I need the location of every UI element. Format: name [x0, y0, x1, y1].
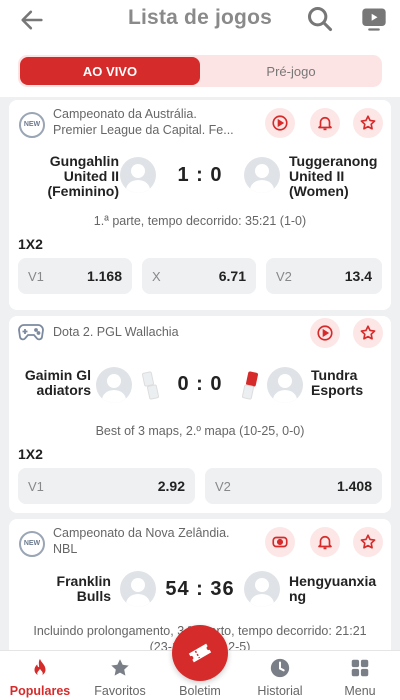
bell-icon	[318, 535, 332, 550]
home-team-avatar	[120, 157, 156, 193]
favorite-button[interactable]	[353, 108, 383, 138]
match-card[interactable]: Dota 2. PGL Wallachia Gaimin Gl adiators…	[9, 316, 391, 513]
tab-live[interactable]: AO VIVO	[20, 57, 200, 85]
page-title: Lista de jogos	[128, 6, 272, 29]
away-team-avatar	[244, 157, 280, 193]
clock-icon	[270, 658, 290, 678]
notification-button[interactable]	[310, 527, 340, 557]
tab-prematch[interactable]: Pré-jogo	[202, 57, 380, 85]
league-name: Dota 2. PGL Wallachia	[53, 325, 179, 339]
odd-label: V2	[276, 269, 292, 284]
home-team-name: Gaimin Gl adiators	[24, 367, 91, 398]
star-icon	[360, 115, 376, 130]
odd-button-x[interactable]: X 6.71	[142, 258, 256, 294]
odd-label: V1	[28, 269, 44, 284]
new-badge-icon: NEW	[19, 531, 45, 557]
market-title: 1X2	[18, 236, 43, 252]
score: 0 : 0	[177, 373, 223, 395]
odd-button-v2[interactable]: V2 13.4	[266, 258, 382, 294]
live-stream-icon	[272, 536, 288, 548]
bet-slip-button[interactable]	[172, 625, 228, 681]
odd-value: 13.4	[344, 268, 372, 284]
nav-label: Boletim	[179, 684, 221, 698]
nav-favoritos[interactable]: Favoritos	[80, 651, 160, 700]
gamepad-icon	[18, 324, 44, 341]
market-title: 1X2	[18, 446, 43, 462]
odd-button-v2[interactable]: V2 1.408	[205, 468, 382, 504]
odd-value: 1.168	[86, 268, 122, 284]
new-badge-icon: NEW	[19, 112, 45, 138]
bell-icon	[318, 116, 332, 131]
home-team-name: Franklin Bulls	[56, 573, 111, 604]
star-icon	[360, 534, 376, 549]
score: 54 : 36	[165, 578, 235, 600]
nav-label: Menu	[344, 684, 376, 698]
match-card[interactable]: NEW Campeonato da Austrália. Premier Lea…	[9, 100, 391, 310]
odd-button-v1[interactable]: V1 1.168	[18, 258, 132, 294]
match-status: Best of 3 maps, 2.º mapa (10-25, 0-0)	[95, 424, 305, 438]
odd-value: 1.408	[336, 478, 372, 494]
play-circle-icon	[272, 115, 288, 131]
nav-historial[interactable]: Historial	[240, 651, 320, 700]
nav-label: Populares	[9, 684, 71, 698]
odd-value: 2.92	[157, 478, 185, 494]
video-button[interactable]	[310, 318, 340, 348]
play-circle-icon	[317, 325, 333, 341]
flame-icon	[34, 658, 46, 677]
star-icon	[360, 325, 376, 340]
nav-label: Favoritos	[94, 684, 146, 698]
odd-value: 6.71	[218, 268, 246, 284]
ticket-icon	[188, 643, 212, 663]
star-icon	[111, 659, 129, 676]
home-team-avatar	[120, 571, 156, 607]
away-team-avatar	[244, 571, 280, 607]
home-team-avatar	[96, 367, 132, 403]
league-name: Campeonato da Austrália. Premier League …	[53, 107, 234, 137]
penalty-card-icon	[241, 384, 255, 400]
away-team-name: Hengyuanxia ng	[289, 573, 377, 604]
away-team-name: Tuggeranong United II (Women)	[289, 153, 378, 199]
nav-label: Historial	[257, 684, 303, 698]
top-bar: Lista de jogos	[0, 0, 400, 40]
tv-play-icon[interactable]	[360, 5, 388, 33]
notification-button[interactable]	[310, 108, 340, 138]
odd-label: V1	[28, 479, 44, 494]
stream-button[interactable]	[265, 527, 295, 557]
odd-button-v1[interactable]: V1 2.92	[18, 468, 195, 504]
league-name: Campeonato da Nova Zelândia. NBL	[53, 526, 230, 556]
match-status: 1.ª parte, tempo decorrido: 35:21 (1-0)	[93, 214, 307, 228]
penalty-card-icon	[146, 384, 160, 400]
score: 1 : 0	[177, 164, 223, 186]
odd-label: V2	[215, 479, 231, 494]
away-team-avatar	[267, 367, 303, 403]
nav-populares[interactable]: Populares	[0, 651, 80, 700]
search-icon[interactable]	[306, 5, 334, 33]
segmented-control: AO VIVO Pré-jogo	[18, 55, 382, 87]
home-team-name: Gungahlin United II (Feminino)	[47, 153, 119, 199]
away-team-name: Tundra Esports	[311, 367, 364, 398]
favorite-button[interactable]	[353, 318, 383, 348]
grid-icon	[351, 659, 369, 677]
odd-label: X	[152, 269, 161, 284]
video-button[interactable]	[265, 108, 295, 138]
favorite-button[interactable]	[353, 527, 383, 557]
tab-bar: AO VIVO Pré-jogo	[0, 40, 400, 97]
nav-menu[interactable]: Menu	[320, 651, 400, 700]
